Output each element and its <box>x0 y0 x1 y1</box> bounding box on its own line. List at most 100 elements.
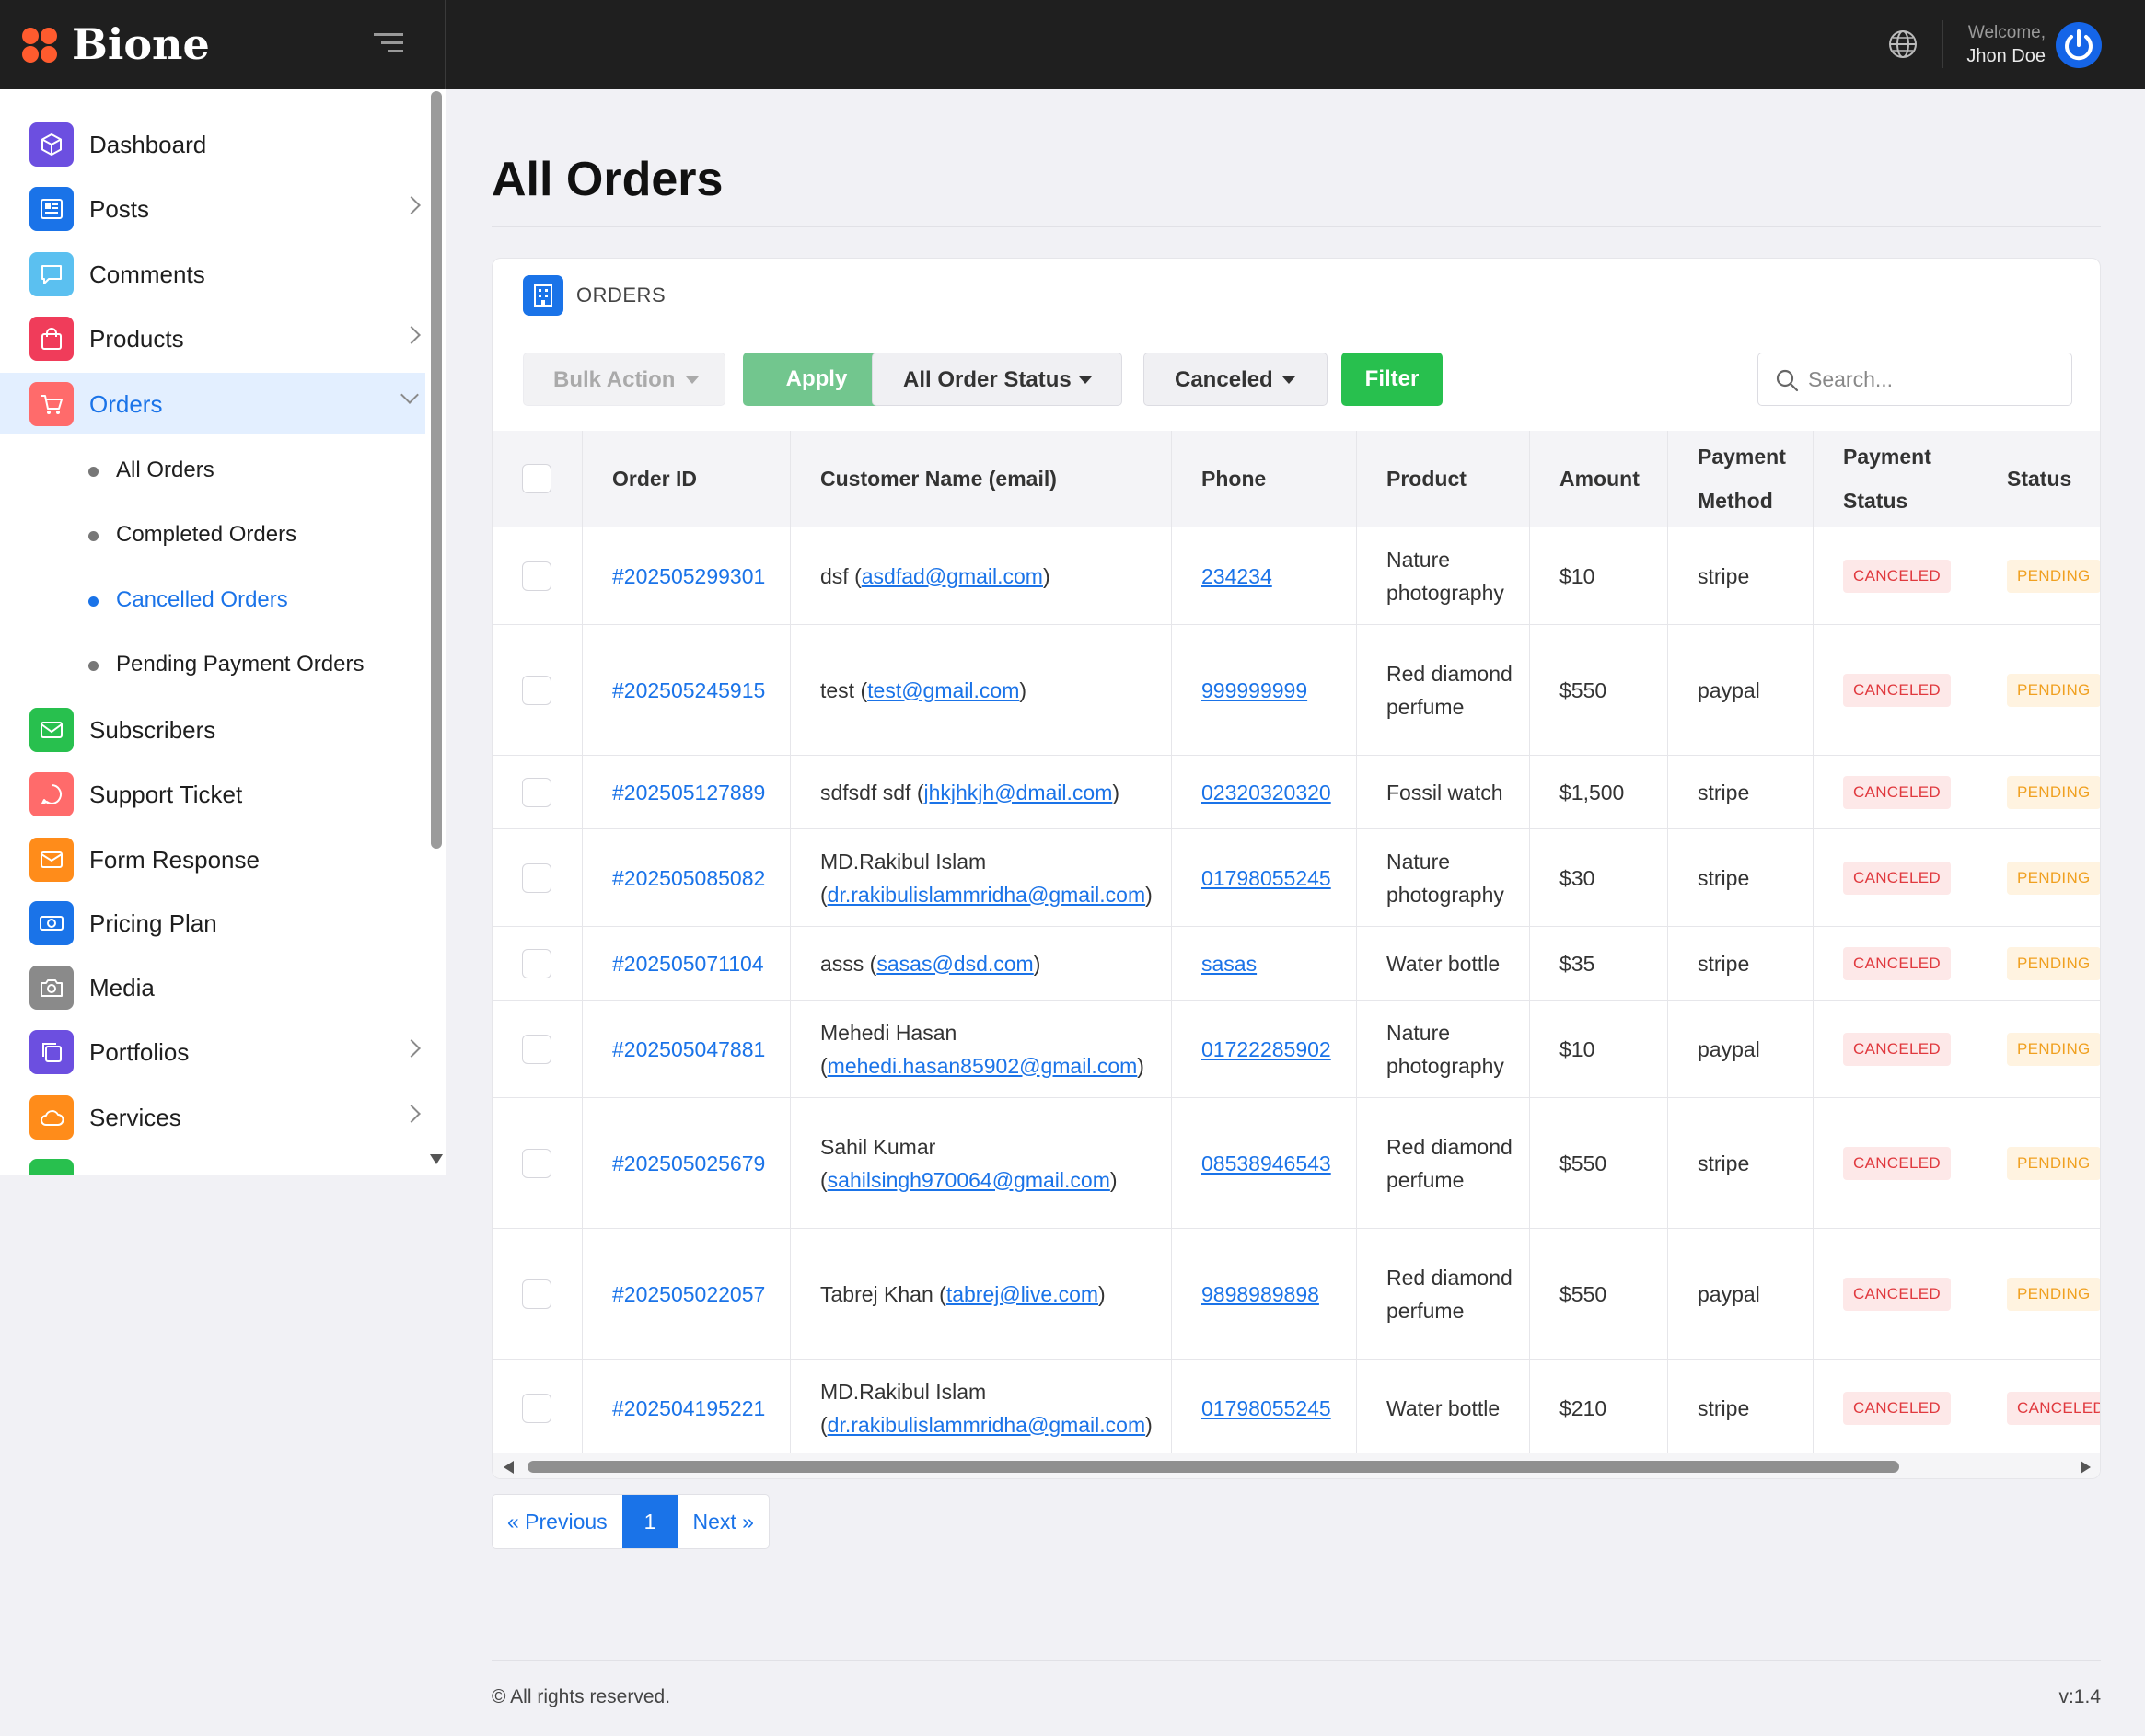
customer-name: MD.Rakibul Islam <box>820 849 987 874</box>
order-status-select[interactable]: All Order Status <box>872 353 1122 406</box>
order-id-link[interactable]: #202505127889 <box>612 776 765 809</box>
scrollbar-thumb[interactable] <box>431 91 442 849</box>
table-cell <box>493 1229 583 1359</box>
customer-cell: asss (sasas@dsd.com) <box>820 951 1041 976</box>
phone-link[interactable]: sasas <box>1201 947 1257 980</box>
partial-icon <box>29 1159 74 1175</box>
sidebar-item-support-ticket[interactable]: Support Ticket <box>0 763 425 824</box>
customer-email-link[interactable]: sasas@dsd.com <box>876 952 1033 976</box>
customer-email-link[interactable]: tabrej@live.com <box>946 1282 1098 1306</box>
table-cell: stripe <box>1668 1360 1814 1456</box>
scroll-down-arrow-icon[interactable] <box>430 1154 443 1164</box>
horizontal-scrollbar[interactable] <box>493 1453 2100 1478</box>
order-id-link[interactable]: #202505299301 <box>612 560 765 593</box>
order-id-link[interactable]: #202505245915 <box>612 674 765 707</box>
table-cell: paypal <box>1668 1229 1814 1359</box>
phone-link[interactable]: 08538946543 <box>1201 1147 1331 1180</box>
filter-button[interactable]: Filter <box>1341 353 1443 406</box>
customer-email-link[interactable]: jhkjhkjh@dmail.com <box>924 781 1113 804</box>
table-cell: 02320320320 <box>1172 756 1357 828</box>
column-header[interactable]: Product <box>1357 431 1530 527</box>
sidebar-item-pricing-plan[interactable]: Pricing Plan <box>0 892 425 953</box>
column-header[interactable]: Order ID <box>583 431 791 527</box>
sidebar-item-comments[interactable]: Comments <box>0 243 425 304</box>
globe-icon[interactable] <box>1887 29 1919 60</box>
sidebar-item-media[interactable]: Media <box>0 956 425 1017</box>
customer-email-link[interactable]: test@gmail.com <box>867 678 1019 702</box>
payment-status-select[interactable]: Canceled <box>1143 353 1328 406</box>
sidebar-item-label: Services <box>89 1104 181 1131</box>
sidebar-item-orders[interactable]: Orders <box>0 373 425 434</box>
customer-email-link[interactable]: asdfad@gmail.com <box>862 564 1043 588</box>
scroll-left-arrow-icon[interactable] <box>504 1461 514 1474</box>
customer-email-link[interactable]: dr.rakibulislammridha@gmail.com <box>828 883 1145 907</box>
bulk-action-select[interactable]: Bulk Action <box>523 353 725 406</box>
column-header[interactable]: Amount <box>1530 431 1668 527</box>
column-header[interactable]: Payment Status <box>1814 431 1977 527</box>
apply-button[interactable]: Apply <box>743 353 890 406</box>
sidebar-item-label: Subscribers <box>89 716 216 744</box>
sidebar-item-partial[interactable] <box>0 1150 425 1175</box>
order-status-badge: PENDING <box>2007 1146 2100 1180</box>
product-name: Red diamond perfume <box>1386 1265 1513 1323</box>
phone-link[interactable]: 9898989898 <box>1201 1278 1319 1311</box>
customer-cell: dsf (asdfad@gmail.com) <box>820 563 1050 588</box>
select-all-checkbox[interactable] <box>522 464 551 493</box>
phone-link[interactable]: 234234 <box>1201 560 1272 593</box>
brand-area: Bione <box>0 0 446 89</box>
row-checkbox[interactable] <box>522 561 551 591</box>
sidebar-item-portfolios[interactable]: Portfolios <box>0 1021 425 1082</box>
submenu-label: Completed Orders <box>116 522 297 547</box>
sidebar-item-posts[interactable]: Posts <box>0 178 425 238</box>
search-box[interactable] <box>1757 353 2072 406</box>
order-id-link[interactable]: #202505047881 <box>612 1033 765 1066</box>
table-cell: stripe <box>1668 527 1814 624</box>
order-id-link[interactable]: #202505071104 <box>612 947 764 980</box>
row-checkbox[interactable] <box>522 1148 551 1178</box>
row-checkbox[interactable] <box>522 1393 551 1423</box>
order-id-link[interactable]: #202504195221 <box>612 1392 765 1425</box>
phone-link[interactable]: 01798055245 <box>1201 862 1331 895</box>
phone-link[interactable]: 01798055245 <box>1201 1392 1331 1425</box>
scrollbar-thumb[interactable] <box>528 1461 1899 1473</box>
row-checkbox[interactable] <box>522 777 551 807</box>
table-cell: Nature photography <box>1357 1001 1530 1097</box>
current-page[interactable]: 1 <box>621 1495 678 1548</box>
table-row: #202504195221 MD.Rakibul Islam (dr.rakibu… <box>493 1360 2100 1457</box>
table-cell: $550 <box>1530 1229 1668 1359</box>
order-id-link[interactable]: #202505022057 <box>612 1278 765 1311</box>
phone-link[interactable]: 02320320320 <box>1201 776 1331 809</box>
table-row: #202505127889 sdfsdf sdf (jhkjhkjh@dmail.… <box>493 756 2100 829</box>
scroll-right-arrow-icon[interactable] <box>2081 1461 2091 1474</box>
customer-email-link[interactable]: mehedi.hasan85902@gmail.com <box>828 1054 1138 1078</box>
row-checkbox[interactable] <box>522 1034 551 1064</box>
phone-link[interactable]: 999999999 <box>1201 674 1307 707</box>
sidebar-item-dashboard[interactable]: Dashboard <box>0 113 425 174</box>
row-checkbox[interactable] <box>522 675 551 705</box>
table-cell: PENDING <box>1977 927 2100 1000</box>
column-header[interactable]: Status <box>1977 431 2100 527</box>
sidebar-item-form-response[interactable]: Form Response <box>0 828 425 889</box>
power-icon[interactable] <box>2056 22 2102 68</box>
sidebar-item-subscribers[interactable]: Subscribers <box>0 699 425 759</box>
column-header[interactable]: Customer Name (email) <box>791 431 1172 527</box>
row-checkbox[interactable] <box>522 948 551 978</box>
column-header[interactable]: Phone <box>1172 431 1357 527</box>
customer-email-link[interactable]: dr.rakibulislammridha@gmail.com <box>828 1413 1145 1437</box>
column-header[interactable]: Payment Method <box>1668 431 1814 527</box>
customer-email-link[interactable]: sahilsingh970064@gmail.com <box>828 1168 1110 1192</box>
sidebar-item-services[interactable]: Services <box>0 1086 425 1147</box>
sidebar: Dashboard Posts Comments Products Orders… <box>0 89 446 1175</box>
row-checkbox[interactable] <box>522 1279 551 1309</box>
phone-link[interactable]: 01722285902 <box>1201 1033 1331 1066</box>
next-page-link[interactable]: Next » <box>678 1495 768 1548</box>
sidebar-scrollbar[interactable] <box>429 89 444 1175</box>
bag-icon <box>29 317 74 361</box>
sidebar-item-products[interactable]: Products <box>0 307 425 368</box>
previous-page-link[interactable]: « Previous <box>493 1495 622 1548</box>
order-id-link[interactable]: #202505025679 <box>612 1147 765 1180</box>
search-input[interactable] <box>1808 365 2057 394</box>
order-id-link[interactable]: #202505085082 <box>612 862 765 895</box>
row-checkbox[interactable] <box>522 862 551 893</box>
menu-toggle-icon[interactable] <box>374 33 403 57</box>
